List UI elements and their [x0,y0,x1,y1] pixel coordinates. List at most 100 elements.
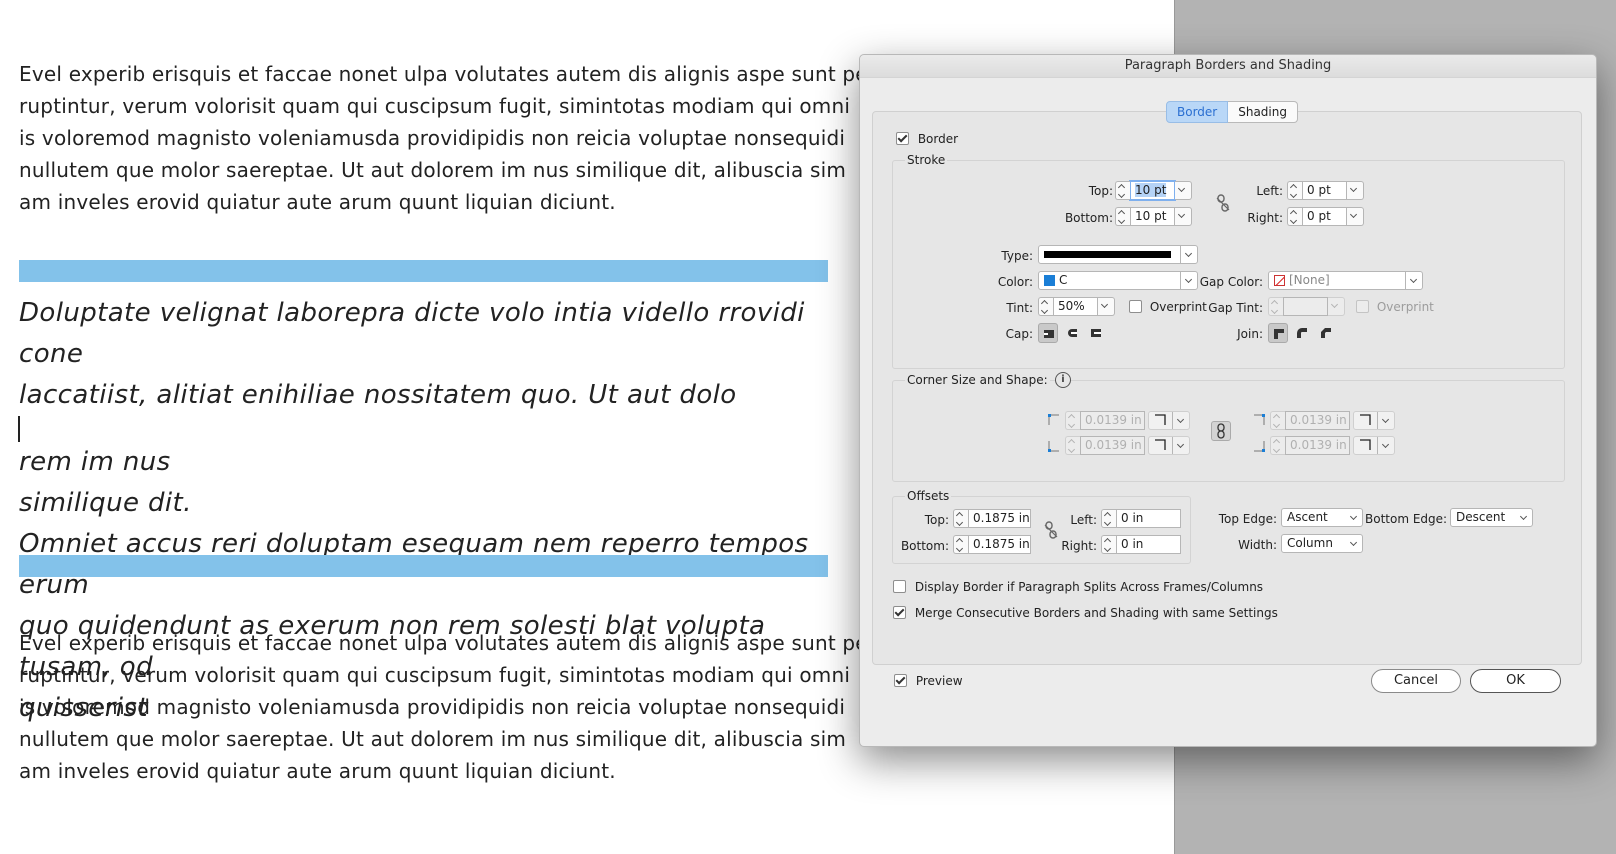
stroke-left-stepper[interactable]: 0 pt [1287,181,1364,200]
display-border-label: Display Border if Paragraph Splits Acros… [914,580,1264,594]
ok-button[interactable]: OK [1470,669,1561,693]
gap-overprint-row[interactable]: Overprint [1356,300,1434,314]
stepper-arrows-icon[interactable] [1101,509,1116,528]
gap-tint-input[interactable] [1283,297,1328,316]
text-line: similique dit. [19,488,192,518]
text-line: is voloremod magnisto voleniamusda provi… [19,695,846,719]
offset-left-stepper[interactable]: 0 in [1101,509,1181,528]
stroke-right-input[interactable]: 0 pt [1302,207,1347,226]
corner-bl-input[interactable]: 0.0139 in [1080,436,1145,455]
stroke-left-input[interactable]: 0 pt [1302,181,1347,200]
miter-join-icon[interactable] [1268,323,1288,343]
top-edge-select[interactable]: Ascent [1281,508,1363,527]
offset-right-input[interactable]: 0 in [1116,535,1181,554]
stepper-arrows-icon[interactable] [953,509,968,528]
text-line: nullutem que molor saereptae. Ut aut dol… [19,727,847,751]
merge-checkbox[interactable] [893,606,906,619]
stepper-arrows-icon[interactable] [1115,207,1130,226]
corner-tr-shape-select[interactable] [1353,411,1395,430]
overprint-stroke-checkbox[interactable] [1129,300,1142,313]
border-checkbox-row[interactable]: Border [896,132,958,146]
stepper-arrows-icon[interactable] [1270,411,1285,430]
body-paragraph-1[interactable]: Evel experib erisquis et faccae nonet ul… [19,58,875,218]
stepper-arrows-icon[interactable] [1115,181,1130,200]
text-segment: rem im nus [19,447,171,477]
text-line: am inveles erovid quiatur aute arum quun… [19,190,616,214]
stepper-arrows-icon[interactable] [1270,436,1285,455]
projecting-cap-icon[interactable] [1086,323,1106,343]
offset-left-input[interactable]: 0 in [1116,509,1181,528]
gap-color-select[interactable]: [None] [1268,271,1423,290]
stroke-right-stepper[interactable]: 0 pt [1287,207,1364,226]
corner-tr-input[interactable]: 0.0139 in [1285,411,1350,430]
corner-br-input[interactable]: 0.0139 in [1285,436,1350,455]
corner-bl-stepper[interactable]: 0.0139 in [1065,436,1145,455]
corner-br-shape-select[interactable] [1353,436,1395,455]
stroke-bottom-input[interactable]: 10 pt [1130,207,1175,226]
width-select[interactable]: Column [1281,534,1363,553]
round-cap-icon[interactable] [1062,323,1082,343]
corner-group: Corner Size and Shape: i 0.0139 in 0.013… [892,372,1565,482]
text-line: ruptintur, verum volorisit quam qui cusc… [19,94,851,118]
chevron-down-icon[interactable] [1175,181,1192,200]
corner-bottom-left-icon [1048,441,1059,452]
body-paragraph-2[interactable]: Evel experib erisquis et faccae nonet ul… [19,627,876,787]
right-label: Right: [1247,211,1283,225]
stroke-top-stepper[interactable]: 10 pt [1115,180,1192,201]
stroke-bottom-stepper[interactable]: 10 pt [1115,207,1192,226]
corner-tr-stepper[interactable]: 0.0139 in [1270,411,1350,430]
link-chain-icon[interactable] [1211,421,1231,441]
offset-top-stepper[interactable]: 0.1875 in [953,509,1031,528]
offset-top-input[interactable]: 0.1875 in [968,509,1031,528]
bevel-join-icon[interactable] [1316,323,1336,343]
merge-row[interactable]: Merge Consecutive Borders and Shading wi… [893,606,1278,620]
stepper-arrows-icon[interactable] [1268,297,1283,316]
tab-border[interactable]: Border [1166,101,1229,123]
corner-br-stepper[interactable]: 0.0139 in [1270,436,1350,455]
border-checkbox[interactable] [896,132,909,145]
solid-stroke-preview [1044,251,1171,258]
tint-stepper[interactable]: 50% [1038,297,1115,316]
text-line: Evel experib erisquis et faccae nonet ul… [19,631,876,655]
round-join-icon[interactable] [1292,323,1312,343]
stroke-type-select[interactable] [1038,245,1198,264]
stepper-arrows-icon[interactable] [1287,207,1302,226]
corner-shape-icon [1155,439,1166,450]
stepper-arrows-icon[interactable] [1065,436,1080,455]
stepper-arrows-icon[interactable] [953,535,968,554]
corner-tl-stepper[interactable]: 0.0139 in [1065,411,1145,430]
stepper-arrows-icon[interactable] [1038,297,1053,316]
chevron-down-icon[interactable] [1175,207,1192,226]
chevron-down-icon[interactable] [1098,297,1115,316]
type-label: Type: [1001,249,1033,263]
preview-row[interactable]: Preview [894,674,963,688]
chevron-down-icon[interactable] [1347,181,1364,200]
preview-checkbox[interactable] [894,674,907,687]
display-border-row[interactable]: Display Border if Paragraph Splits Acros… [893,580,1263,594]
offset-bottom-stepper[interactable]: 0.1875 in [953,535,1031,554]
text-segment: laccatiist, alitiat enihiliae nossitatem… [19,380,737,410]
tint-input[interactable]: 50% [1053,297,1098,316]
corner-tl-input[interactable]: 0.0139 in [1080,411,1145,430]
stepper-arrows-icon[interactable] [1101,535,1116,554]
gap-tint-stepper[interactable] [1268,297,1345,316]
cancel-button[interactable]: Cancel [1371,669,1461,693]
butt-cap-icon[interactable] [1038,323,1058,343]
offset-bottom-input[interactable]: 0.1875 in [968,535,1031,554]
stepper-arrows-icon[interactable] [1065,411,1080,430]
stroke-top-input[interactable]: 10 pt [1129,180,1176,201]
stepper-arrows-icon[interactable] [1287,181,1302,200]
gap-overprint-checkbox[interactable] [1356,300,1369,313]
offsets-title: Offsets [905,489,952,503]
corner-bl-shape-select[interactable] [1148,436,1190,455]
chevron-down-icon[interactable] [1328,297,1345,316]
tab-shading[interactable]: Shading [1228,101,1298,123]
chevron-down-icon[interactable] [1347,207,1364,226]
tint-label: Tint: [1006,301,1033,315]
stroke-color-select[interactable]: C [1038,271,1198,290]
offset-right-stepper[interactable]: 0 in [1101,535,1181,554]
info-icon[interactable]: i [1055,372,1071,388]
display-border-checkbox[interactable] [893,580,906,593]
corner-tl-shape-select[interactable] [1148,411,1190,430]
bottom-edge-select[interactable]: Descent [1450,508,1533,527]
